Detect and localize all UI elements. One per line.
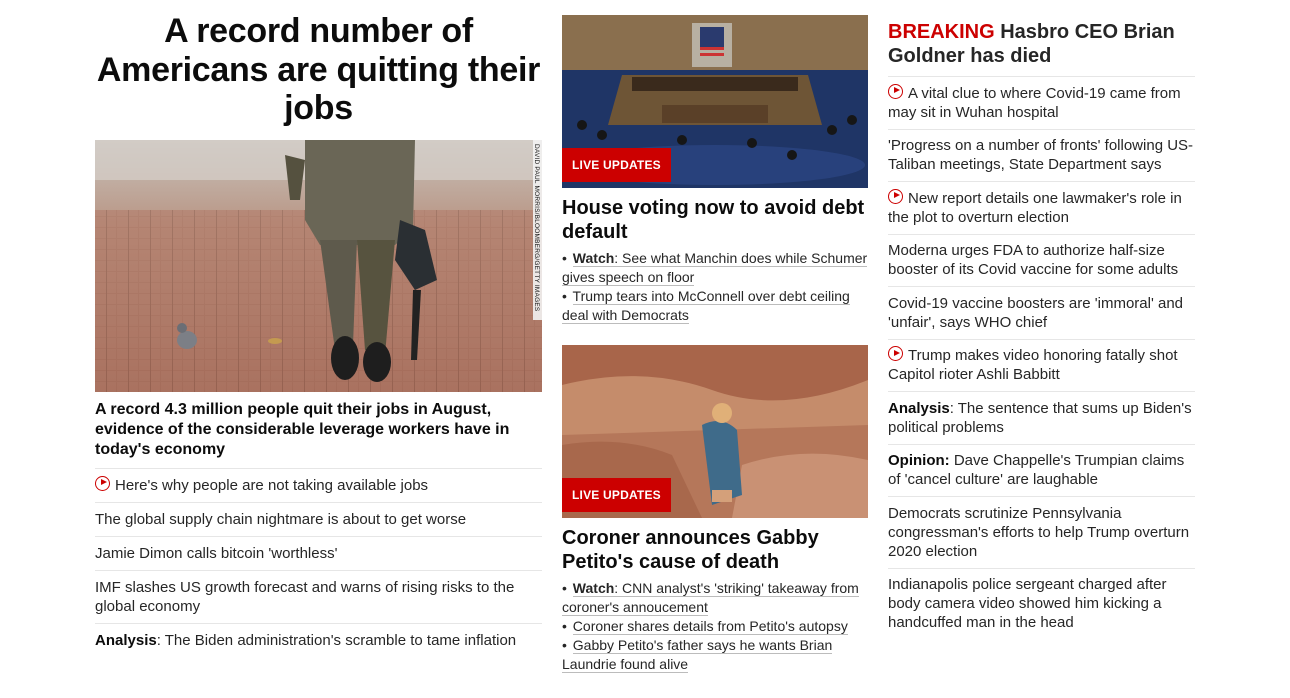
list-item[interactable]: Trump makes video honoring fatally shot …: [888, 338, 1195, 392]
list-item[interactable]: Moderna urges FDA to authorize half-size…: [888, 233, 1195, 287]
live-updates-badge: LIVE UPDATES: [562, 478, 671, 512]
list-item[interactable]: Analysis: The Biden administration's scr…: [95, 622, 542, 657]
label-prefix: Analysis: [888, 399, 950, 417]
canyon-photo[interactable]: LIVE UPDATES: [562, 345, 868, 518]
list-item-text: Jamie Dimon calls bitcoin 'worthless': [95, 544, 338, 562]
list-item-text: Moderna urges FDA to authorize half-size…: [888, 242, 1179, 278]
play-video-icon: [95, 475, 110, 491]
list-item-text: 'Progress on a number of fronts' followi…: [888, 137, 1194, 173]
list-item-text: : The Biden administration's scramble to…: [156, 631, 517, 649]
list-item[interactable]: Jamie Dimon calls bitcoin 'worthless': [95, 535, 542, 570]
lead-story-related-list: Here's why people are not taking availab…: [95, 467, 542, 657]
story-bullets: • Watch: See what Manchin does while Sch…: [562, 249, 868, 325]
story-headline[interactable]: Coroner announces Gabby Petito's cause o…: [562, 526, 868, 574]
play-video-icon: [888, 346, 903, 361]
list-item[interactable]: Indianapolis police sergeant charged aft…: [888, 567, 1195, 640]
play-video-icon: [888, 188, 903, 204]
list-item-text: Democrats scrutinize Pennsylvania congre…: [888, 504, 1190, 560]
list-item-text: New report details one lawmaker's role i…: [888, 189, 1182, 226]
bullet-item[interactable]: • Trump tears into McConnell over debt c…: [562, 287, 868, 325]
list-item[interactable]: Opinion: Dave Chappelle's Trumpian claim…: [888, 443, 1195, 497]
list-item-text: IMF slashes US growth forecast and warns…: [95, 578, 515, 615]
list-item[interactable]: New report details one lawmaker's role i…: [888, 181, 1195, 234]
story-headline[interactable]: House voting now to avoid debt default: [562, 196, 868, 244]
watch-label: Watch: [572, 250, 615, 266]
list-item[interactable]: 'Progress on a number of fronts' followi…: [888, 128, 1195, 182]
lead-story-column: A record number of Americans are quittin…: [95, 0, 542, 657]
list-item[interactable]: Covid-19 vaccine boosters are 'immoral' …: [888, 286, 1195, 339]
lead-story-photo[interactable]: DAVID PAUL MORRIS/BLOOMBERG/GETTY IMAGES: [95, 139, 542, 392]
list-item[interactable]: Analysis: The sentence that sums up Bide…: [888, 391, 1195, 444]
list-item[interactable]: The global supply chain nightmare is abo…: [95, 501, 542, 536]
bullet-item[interactable]: • Coroner shares details from Petito's a…: [562, 617, 868, 636]
list-item[interactable]: A vital clue to where Covid-19 came from…: [888, 76, 1195, 129]
label-prefix: Opinion:: [888, 452, 950, 469]
middle-column: LIVE UPDATES House voting now to avoid d…: [562, 0, 868, 674]
man-walking-photo-illustration: [95, 139, 542, 392]
watch-label: Watch: [572, 580, 615, 596]
list-item-text: Covid-19 vaccine boosters are 'immoral' …: [888, 294, 1184, 331]
breaking-news-headline[interactable]: BREAKING Hasbro CEO Brian Goldner has di…: [888, 20, 1195, 68]
breaking-tag: BREAKING: [888, 21, 995, 43]
house-chamber-photo[interactable]: LIVE UPDATES: [562, 15, 868, 188]
headlines-list: A vital clue to where Covid-19 came from…: [888, 76, 1195, 639]
story-bullets: • Watch: CNN analyst's 'striking' takeaw…: [562, 579, 868, 674]
list-item-text: Trump makes video honoring fatally shot …: [888, 347, 1178, 383]
bullet-item[interactable]: • Gabby Petito's father says he wants Br…: [562, 636, 868, 674]
hero-headline[interactable]: A record number of Americans are quittin…: [95, 12, 542, 128]
live-updates-badge: LIVE UPDATES: [562, 148, 671, 182]
list-item-text: Indianapolis police sergeant charged aft…: [888, 576, 1167, 631]
bullet-item[interactable]: • Watch: CNN analyst's 'striking' takeaw…: [562, 579, 868, 617]
label-prefix: Analysis: [95, 631, 157, 649]
bullet-text: Trump tears into McConnell over debt cei…: [562, 288, 850, 324]
list-item-text: A vital clue to where Covid-19 came from…: [888, 84, 1181, 121]
right-column: BREAKING Hasbro CEO Brian Goldner has di…: [888, 0, 1195, 639]
list-item[interactable]: IMF slashes US growth forecast and warns…: [95, 569, 542, 623]
bullet-item[interactable]: • Watch: See what Manchin does while Sch…: [562, 249, 868, 287]
list-item-text: The global supply chain nightmare is abo…: [95, 510, 467, 528]
play-video-icon: [888, 83, 903, 99]
photo-credit: DAVID PAUL MORRIS/BLOOMBERG/GETTY IMAGES: [533, 143, 540, 311]
bullet-text: Gabby Petito's father says he wants Bria…: [562, 637, 833, 673]
list-item[interactable]: Here's why people are not taking availab…: [95, 467, 542, 502]
list-item-text: Here's why people are not taking availab…: [115, 476, 429, 494]
lead-story-headline[interactable]: A record 4.3 million people quit their j…: [95, 400, 542, 460]
list-item[interactable]: Democrats scrutinize Pennsylvania congre…: [888, 496, 1195, 568]
bullet-text: Coroner shares details from Petito's aut…: [572, 618, 848, 635]
